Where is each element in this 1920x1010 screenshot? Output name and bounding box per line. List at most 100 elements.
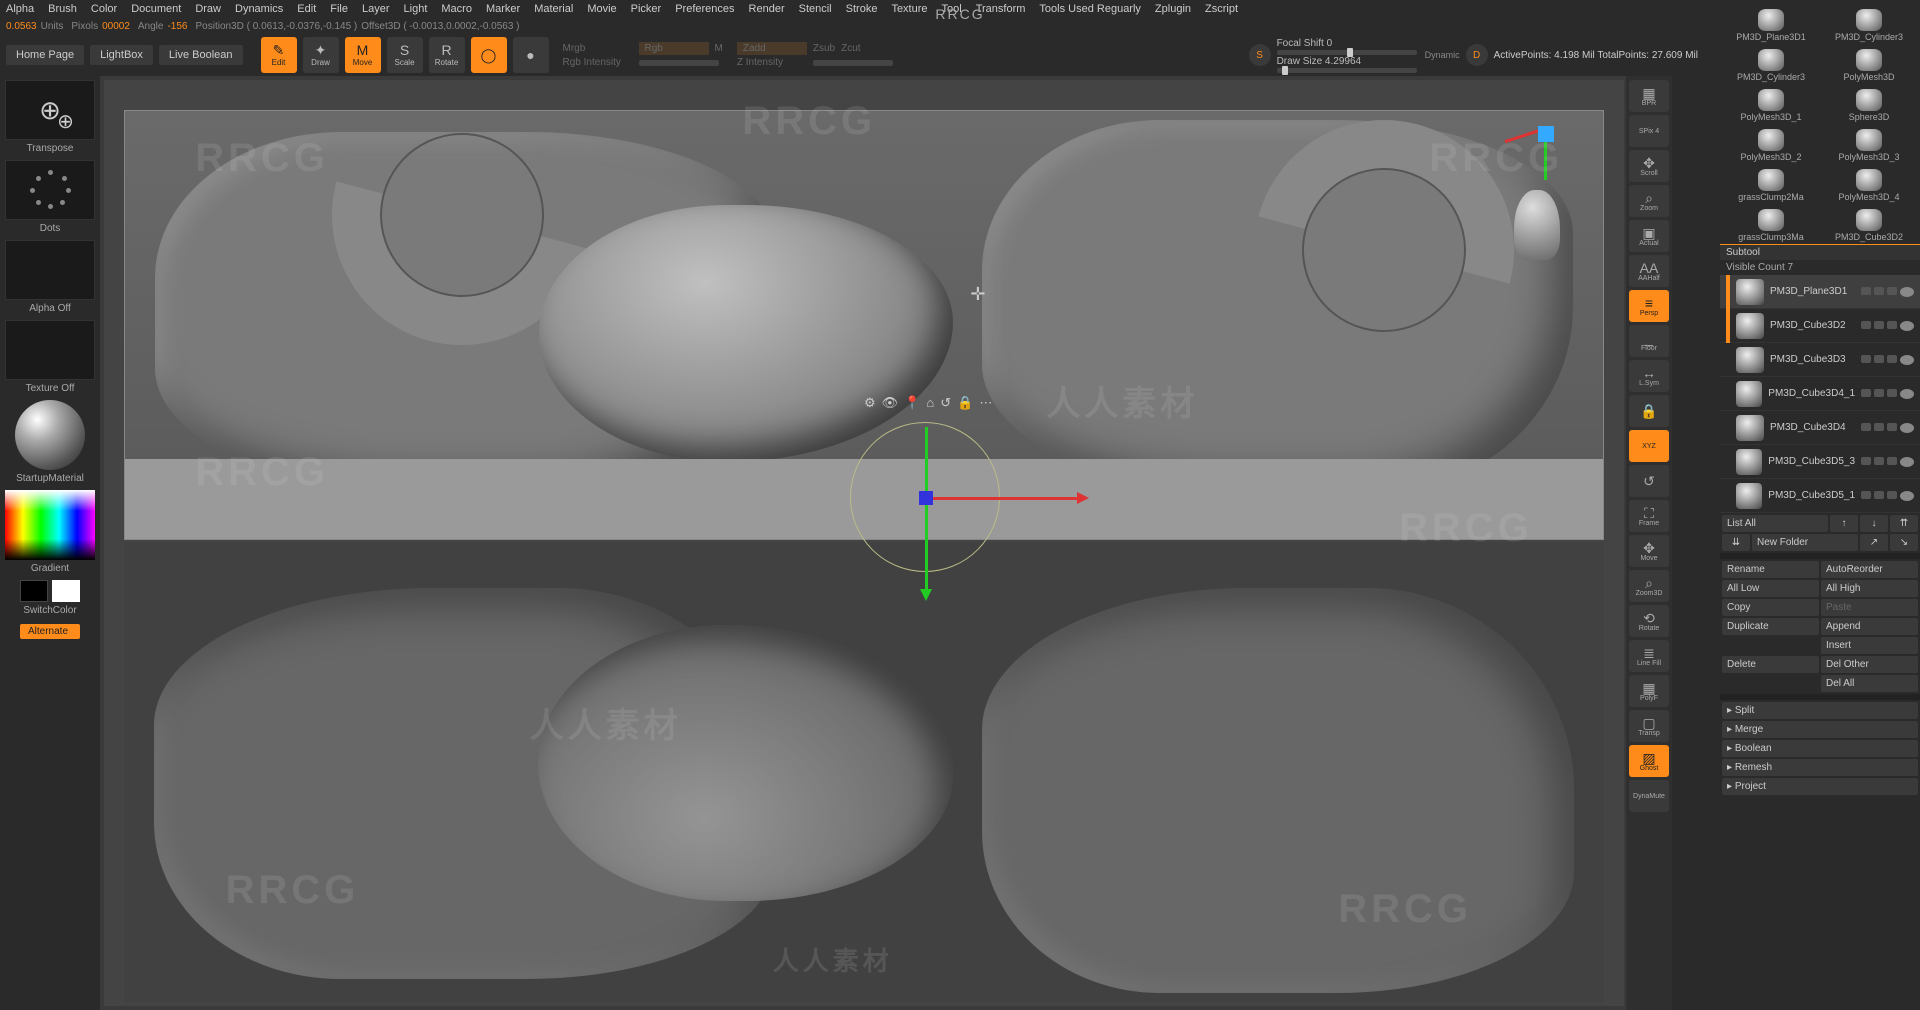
copy-button[interactable]: Copy [1722, 599, 1819, 616]
tool-thumb[interactable]: PM3D_Plane3D1 [1722, 2, 1820, 42]
focal-shift-slider[interactable] [1277, 50, 1417, 55]
eye-icon[interactable] [1900, 355, 1914, 365]
gizmo-button[interactable]: ◯ [471, 37, 507, 73]
folder-down-button[interactable]: ↘ [1890, 534, 1918, 551]
menu-brush[interactable]: Brush [48, 3, 77, 15]
menu-document[interactable]: Document [131, 3, 181, 15]
delother-button[interactable]: Del Other [1821, 656, 1918, 673]
listall-button[interactable]: List All [1722, 515, 1828, 532]
camera-bust-icon[interactable] [1514, 190, 1560, 260]
menu-texture[interactable]: Texture [891, 3, 927, 15]
remesh-button[interactable]: ▸ Remesh [1722, 759, 1918, 776]
rstrip-l-sym[interactable]: ↔L.Sym [1629, 360, 1669, 392]
tool-thumb[interactable]: grassClump2Ma [1722, 162, 1820, 202]
menu-tools-used[interactable]: Tools Used Reguarly [1039, 3, 1141, 15]
folder-up-button[interactable]: ↗ [1860, 534, 1888, 551]
newfolder-button[interactable]: New Folder [1752, 534, 1858, 551]
rstrip-polyf[interactable]: ▦PolyF [1629, 675, 1669, 707]
rstrip-btn11[interactable]: ↺ [1629, 465, 1669, 497]
insert-button[interactable]: Insert [1821, 637, 1918, 654]
allhigh-button[interactable]: All High [1821, 580, 1918, 597]
menu-macro[interactable]: Macro [441, 3, 472, 15]
subtool-row[interactable]: PM3D_Plane3D1 [1720, 275, 1920, 309]
eye-icon[interactable] [1900, 491, 1914, 501]
zadd-toggle[interactable]: Zadd [737, 42, 807, 55]
more-icon[interactable]: ⋯ [979, 395, 992, 411]
alpha-slot[interactable] [5, 240, 95, 300]
rstrip-ghost[interactable]: ▨Ghost [1629, 745, 1669, 777]
eye-icon[interactable] [1900, 321, 1914, 331]
rstrip-bpr[interactable]: ▦BPR [1629, 80, 1669, 112]
menu-marker[interactable]: Marker [486, 3, 520, 15]
tool-thumb[interactable]: grassClump3Ma [1722, 202, 1820, 242]
switchcolor-label[interactable]: SwitchColor [23, 605, 76, 616]
home-button[interactable]: Home Page [6, 45, 84, 65]
subtool-row[interactable]: PM3D_Cube3D3 [1720, 343, 1920, 377]
m-toggle[interactable]: M [715, 43, 723, 54]
menu-color[interactable]: Color [91, 3, 117, 15]
texture-slot[interactable] [5, 320, 95, 380]
menu-layer[interactable]: Layer [362, 3, 390, 15]
tool-thumb[interactable]: PolyMesh3D_1 [1722, 82, 1820, 122]
project-button[interactable]: ▸ Project [1722, 778, 1918, 795]
edit-mode-button[interactable]: ✎Edit [261, 37, 297, 73]
alternate-button[interactable]: Alternate [20, 624, 80, 639]
eye-icon[interactable] [1900, 457, 1914, 467]
eye-icon[interactable]: 👁 [882, 395, 899, 411]
rstrip-rotate[interactable]: ⟲Rotate [1629, 605, 1669, 637]
tool-thumb[interactable]: PM3D_Cube3D2 [1820, 202, 1918, 242]
draw-size-slider[interactable] [1277, 68, 1417, 73]
move-mode-button[interactable]: MMove [345, 37, 381, 73]
menu-render[interactable]: Render [749, 3, 785, 15]
stroke-slot[interactable] [5, 160, 95, 220]
menu-material[interactable]: Material [534, 3, 573, 15]
paste-button[interactable]: Paste [1821, 599, 1918, 616]
draw-mode-button[interactable]: ✦Draw [303, 37, 339, 73]
move-bottom-button[interactable]: ⇊ [1722, 534, 1750, 551]
alllow-button[interactable]: All Low [1722, 580, 1819, 597]
menu-zscript[interactable]: Zscript [1205, 3, 1238, 15]
menu-zplugin[interactable]: Zplugin [1155, 3, 1191, 15]
eye-icon[interactable] [1900, 389, 1914, 399]
material-slot[interactable] [5, 400, 95, 470]
subtool-row[interactable]: PM3D_Cube3D4 [1720, 411, 1920, 445]
zcut-toggle[interactable]: Zcut [841, 43, 860, 54]
rstrip-floor[interactable]: _Floor [1629, 325, 1669, 357]
sculptris-button[interactable]: ● [513, 37, 549, 73]
subtool-row[interactable]: PM3D_Cube3D4_1 [1720, 377, 1920, 411]
tool-thumb[interactable]: Sphere3D [1820, 82, 1918, 122]
gizmo-toolbar[interactable]: ⚙ 👁 📍 ⌂ ↺ 🔒 ⋯ [864, 395, 992, 411]
lock-icon[interactable]: 🔒 [957, 395, 973, 411]
scale-mode-button[interactable]: SScale [387, 37, 423, 73]
rstrip-frame[interactable]: ⛶Frame [1629, 500, 1669, 532]
rstrip-btn9[interactable]: 🔒 [1629, 395, 1669, 427]
rstrip-transp[interactable]: ▢Transp [1629, 710, 1669, 742]
eye-icon[interactable] [1900, 287, 1914, 297]
swatch-black[interactable] [20, 580, 48, 602]
rstrip-zoom3d[interactable]: ⌕Zoom3D [1629, 570, 1669, 602]
menu-edit[interactable]: Edit [297, 3, 316, 15]
tool-thumb[interactable]: PolyMesh3D_2 [1722, 122, 1820, 162]
rstrip-line-fill[interactable]: ≣Line Fill [1629, 640, 1669, 672]
menu-draw[interactable]: Draw [195, 3, 221, 15]
delall-button[interactable]: Del All [1821, 675, 1918, 692]
tool-thumb[interactable]: PM3D_Cylinder3 [1722, 42, 1820, 82]
tool-thumb[interactable]: PolyMesh3D_3 [1820, 122, 1918, 162]
menu-dynamics[interactable]: Dynamics [235, 3, 283, 15]
merge-button[interactable]: ▸ Merge [1722, 721, 1918, 738]
rotate-mode-button[interactable]: RRotate [429, 37, 465, 73]
subtool-header[interactable]: Subtool [1720, 244, 1920, 260]
rgb-toggle[interactable]: Rgb [639, 42, 709, 55]
tool-thumb[interactable]: PM3D_Cylinder3 [1820, 2, 1918, 42]
rstrip-spix-4[interactable]: SPix 4 [1629, 115, 1669, 147]
color-picker[interactable] [5, 490, 95, 560]
menu-preferences[interactable]: Preferences [675, 3, 734, 15]
swatch-white[interactable] [52, 580, 80, 602]
move-up-button[interactable]: ↑ [1830, 515, 1858, 532]
split-button[interactable]: ▸ Split [1722, 702, 1918, 719]
menu-movie[interactable]: Movie [587, 3, 616, 15]
move-top-button[interactable]: ⇈ [1890, 515, 1918, 532]
move-down-button[interactable]: ↓ [1860, 515, 1888, 532]
menu-alpha[interactable]: Alpha [6, 3, 34, 15]
rstrip-scroll[interactable]: ✥Scroll [1629, 150, 1669, 182]
